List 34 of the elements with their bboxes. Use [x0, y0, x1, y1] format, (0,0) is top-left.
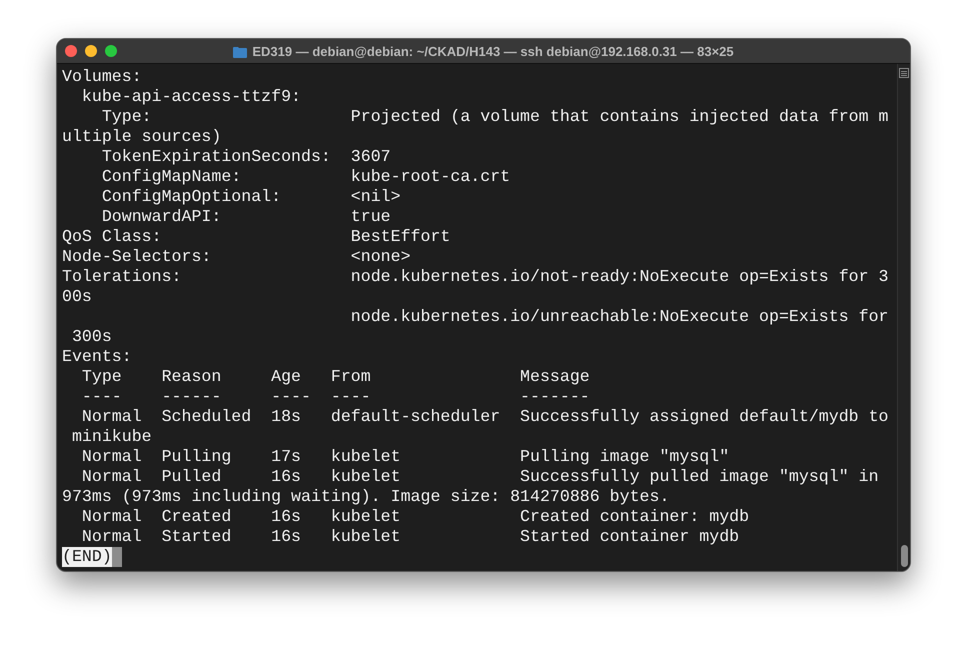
terminal-line: ConfigMapOptional: <nil> — [100, 187, 402, 207]
terminal-line: Type Reason Age From Message — [80, 367, 591, 387]
terminal-line: 300s — [70, 327, 113, 347]
folder-icon — [233, 46, 248, 58]
terminal-line: Tolerations: node.kubernetes.io/not-ready:NoExecute op=Exists for 3 — [62, 267, 890, 287]
terminal-line: ConfigMapName: kube-root-ca.crt — [100, 167, 512, 187]
menu-icon[interactable] — [899, 68, 909, 78]
terminal-line: node.kubernetes.io/unreachable:NoExecute op=Exists for — [350, 307, 890, 327]
zoom-button[interactable] — [105, 45, 117, 57]
terminal-line: Events: — [62, 347, 133, 367]
terminal-line: Normal Scheduled 18s default-scheduler Successfully assigned default/mydb to — [80, 407, 890, 427]
cursor-icon — [112, 547, 122, 567]
terminal-line: Volumes: — [62, 67, 143, 87]
terminal-line: 00s — [62, 287, 93, 307]
scrollbar[interactable] — [897, 64, 910, 571]
terminal-line: Node-Selectors: <none> — [62, 247, 412, 267]
terminal-line: Normal Pulled 16s kubelet Successfully pulled image "mysql" in — [80, 467, 880, 487]
terminal-line: Normal Created 16s kubelet Created container: mydb — [80, 507, 750, 527]
terminal-line: 973ms (973ms including waiting). Image size: 814270886 bytes. — [62, 487, 670, 507]
close-button[interactable] — [65, 45, 77, 57]
window-title: ED319 — debian@debian: ~/CKAD/H143 — ssh debian@192.168.0.31 — 83×25 — [252, 42, 734, 61]
scrollbar-thumb[interactable] — [900, 545, 908, 567]
pager-prompt: (END) — [62, 547, 112, 567]
terminal-line: Type: Projected (a volume that contains injected data from m — [100, 107, 890, 127]
terminal-line: Normal Pulling 17s kubelet Pulling image "mysql" — [80, 447, 730, 467]
terminal-line: ultiple sources) — [62, 127, 222, 147]
terminal-line: kube-api-access-ttzf9: — [80, 87, 302, 107]
terminal-line: QoS Class: BestEffort — [62, 227, 452, 247]
minimize-button[interactable] — [85, 45, 97, 57]
terminal-line: minikube — [70, 427, 153, 447]
terminal-line: TokenExpirationSeconds: 3607 — [100, 147, 392, 167]
terminal-line: ---- ------ ---- ---- ------- — [80, 387, 591, 407]
terminal-line: Normal Started 16s kubelet Started container mydb — [80, 527, 740, 547]
terminal-line: DownwardAPI: true — [100, 207, 392, 227]
